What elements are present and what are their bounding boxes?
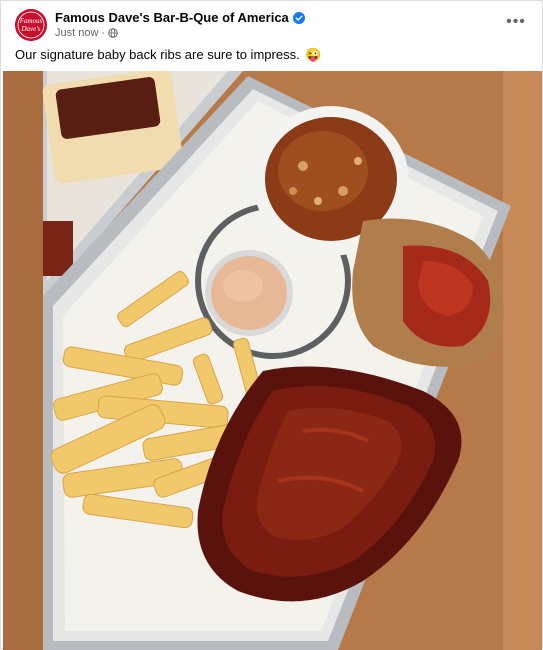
avatar[interactable]: Famous Dave's (15, 9, 47, 41)
svg-text:Dave's: Dave's (21, 25, 41, 33)
famous-daves-logo-icon: Famous Dave's (15, 9, 47, 41)
more-options-icon[interactable]: ••• (506, 14, 526, 30)
post-meta: Just now · (55, 27, 118, 39)
post-caption: Our signature baby back ribs are sure to… (15, 47, 528, 63)
food-photo-illustration (3, 71, 542, 650)
post-header: Famous Dave's Famous Dave's Bar-B-Que of… (15, 9, 532, 41)
post-photo[interactable] (3, 71, 542, 650)
post-timestamp[interactable]: Just now (55, 27, 98, 39)
svg-text:Famous: Famous (19, 17, 43, 25)
caption-text: Our signature baby back ribs are sure to… (15, 47, 300, 62)
verified-badge-icon (292, 11, 305, 24)
dipping-sauce-cup (205, 250, 293, 336)
winking-tongue-emoji: 😜 (305, 47, 322, 62)
facebook-post: Famous Dave's Famous Dave's Bar-B-Que of… (0, 0, 543, 650)
globe-icon[interactable] (108, 28, 118, 38)
author-name-text[interactable]: Famous Dave's Bar-B-Que of America (55, 10, 289, 25)
author-name[interactable]: Famous Dave's Bar-B-Que of America (55, 10, 305, 25)
